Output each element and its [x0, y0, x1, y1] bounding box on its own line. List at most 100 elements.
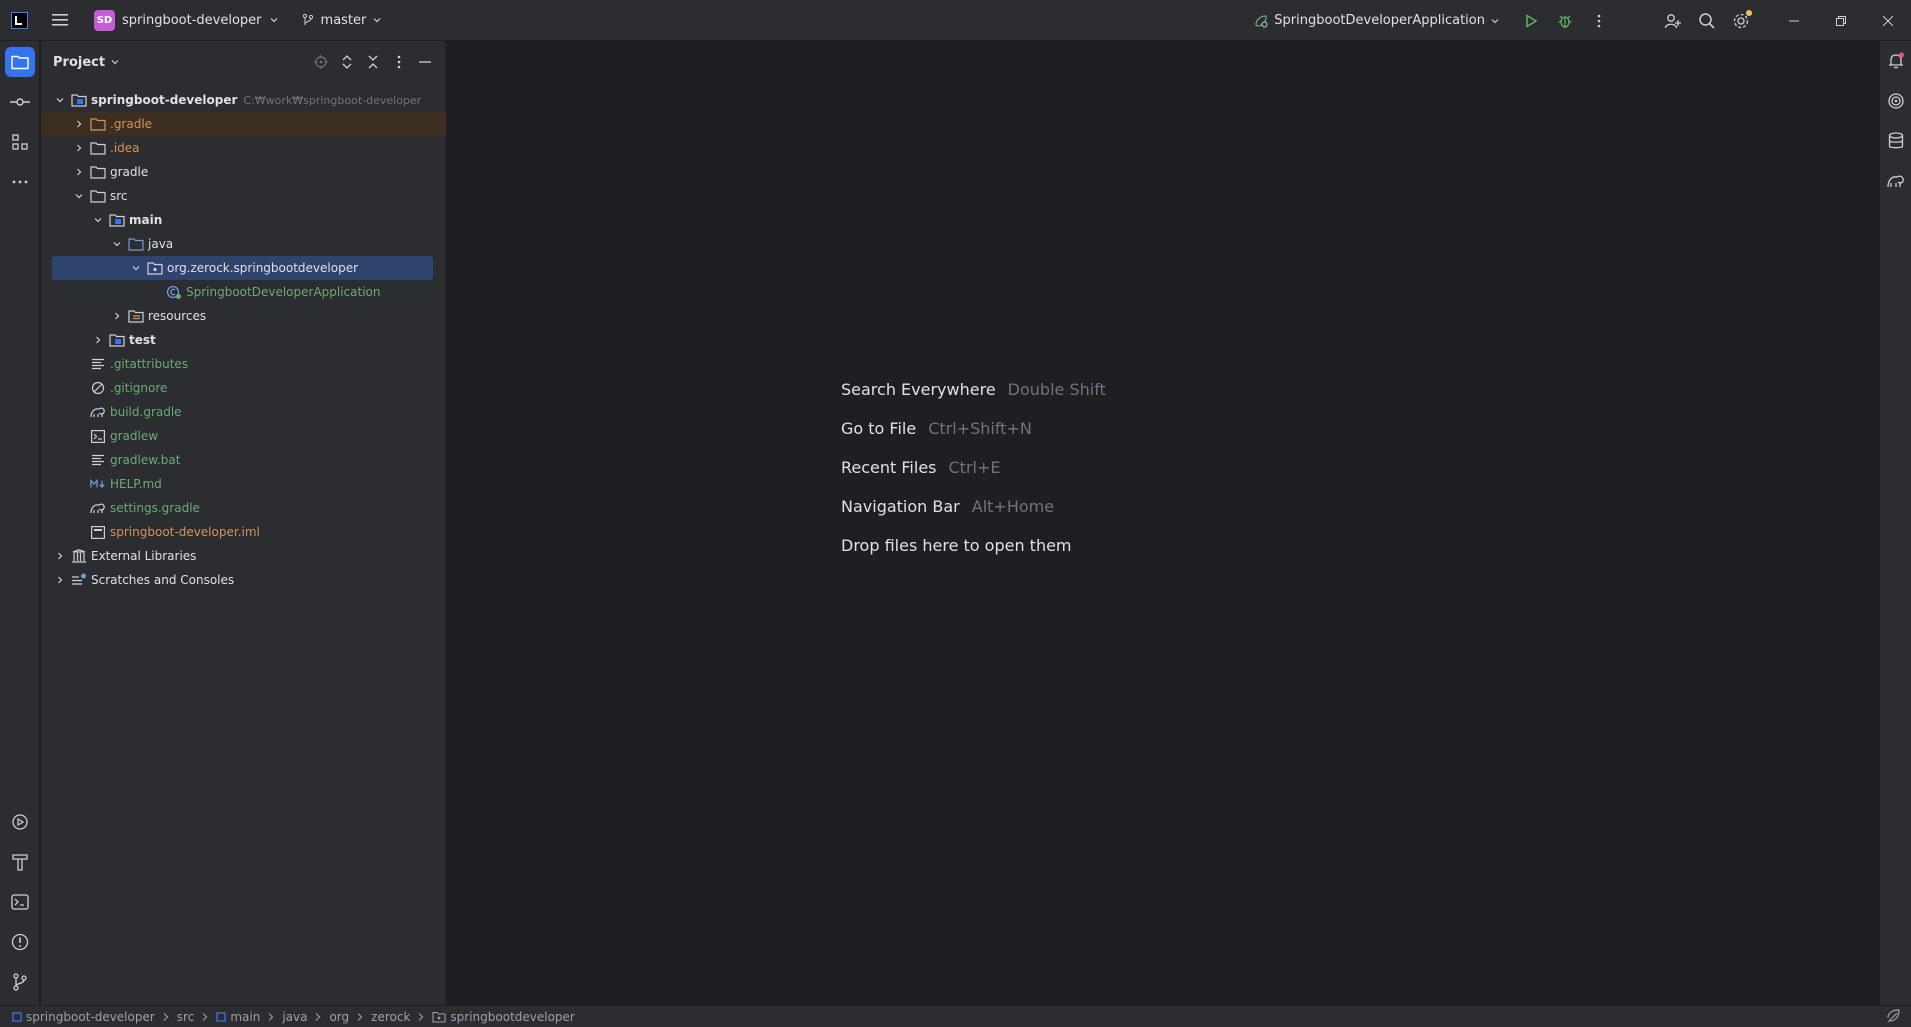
- chevron-down-icon[interactable]: [110, 57, 120, 67]
- right-tool-strip: [1879, 41, 1911, 1005]
- breadcrumb-item[interactable]: src: [177, 1010, 195, 1024]
- build-icon[interactable]: [5, 847, 35, 877]
- terminal-icon[interactable]: [5, 887, 35, 917]
- close-icon[interactable]: [1864, 0, 1911, 41]
- more-icon[interactable]: [1582, 4, 1616, 38]
- chevron-right-icon[interactable]: [109, 308, 125, 324]
- breadcrumb-item[interactable]: zerock: [371, 1010, 410, 1024]
- ignore-file-icon: [90, 380, 106, 396]
- tree-item-settings-gradle[interactable]: settings.gradle: [41, 496, 446, 520]
- tree-item-iml[interactable]: springboot-developer.iml: [41, 520, 446, 544]
- power-save-icon[interactable]: [1887, 1009, 1901, 1023]
- chevron-right-icon[interactable]: [52, 548, 68, 564]
- tree-item-label: springboot-developer: [91, 93, 238, 107]
- chevron-right-icon[interactable]: [71, 140, 87, 156]
- tree-item-label: resources: [148, 309, 207, 323]
- tree-item-gradlew[interactable]: gradlew: [41, 424, 446, 448]
- library-icon: [71, 548, 87, 564]
- hint-search-everywhere: Search Everywhere Double Shift: [841, 370, 1106, 409]
- tree-item-dot-gradle[interactable]: .gradle: [41, 112, 446, 136]
- breadcrumb-item[interactable]: springbootdeveloper: [432, 1010, 575, 1024]
- chevron-right-icon: [417, 1012, 425, 1022]
- shell-script-icon: [90, 428, 106, 444]
- settings-icon[interactable]: [1724, 4, 1758, 38]
- tree-item-gradle[interactable]: gradle: [41, 160, 446, 184]
- locate-file-icon[interactable]: [310, 51, 332, 73]
- tree-item-label: gradle: [110, 165, 149, 179]
- tree-item-gitattributes[interactable]: .gitattributes: [41, 352, 446, 376]
- collapse-all-icon[interactable]: [362, 51, 384, 73]
- structure-icon[interactable]: [5, 127, 35, 157]
- search-icon[interactable]: [1690, 4, 1724, 38]
- chevron-right-icon[interactable]: [90, 332, 106, 348]
- breadcrumb-item[interactable]: springboot-developer: [12, 1010, 155, 1024]
- branch-name: master: [320, 12, 367, 28]
- chevron-down-icon[interactable]: [128, 260, 144, 276]
- more-tools-icon[interactable]: [5, 167, 35, 197]
- hint-go-to-file: Go to File Ctrl+Shift+N: [841, 409, 1106, 448]
- chevron-down-icon[interactable]: [109, 236, 125, 252]
- restore-icon[interactable]: [1817, 0, 1864, 41]
- gradle-file-icon: [90, 500, 106, 516]
- breadcrumb-item[interactable]: java: [282, 1010, 307, 1024]
- source-folder-icon: [128, 236, 144, 252]
- chevron-right-icon[interactable]: [71, 116, 87, 132]
- tree-item-java[interactable]: java: [41, 232, 446, 256]
- tree-item-scratches[interactable]: Scratches and Consoles: [41, 568, 446, 592]
- chevron-down-icon[interactable]: [71, 188, 87, 204]
- hint-drop-files: Drop files here to open them: [841, 526, 1106, 565]
- breadcrumb-item[interactable]: org: [329, 1010, 349, 1024]
- tree-item-root[interactable]: springboot-developer C:₩work₩springboot-…: [41, 88, 446, 112]
- tree-item-external-libraries[interactable]: External Libraries: [41, 544, 446, 568]
- tree-item-test[interactable]: test: [41, 328, 446, 352]
- hamburger-menu-icon[interactable]: [50, 10, 70, 30]
- run-configuration-name: SpringbootDeveloperApplication: [1274, 13, 1485, 28]
- project-switcher[interactable]: SD springboot-developer: [88, 6, 285, 34]
- folder-icon: [90, 164, 106, 180]
- tree-item-application-class[interactable]: SpringbootDeveloperApplication: [41, 280, 446, 304]
- hint-shortcut: Ctrl+E: [948, 458, 1001, 477]
- tree-item-dot-idea[interactable]: .idea: [41, 136, 446, 160]
- breadcrumb-item[interactable]: main: [216, 1010, 260, 1024]
- database-icon[interactable]: [1883, 128, 1909, 154]
- branch-switcher[interactable]: master: [295, 6, 389, 34]
- tree-item-src[interactable]: src: [41, 184, 446, 208]
- chevron-down-icon[interactable]: [90, 212, 106, 228]
- git-branch-icon: [301, 13, 315, 27]
- tree-item-label: springboot-developer.iml: [110, 525, 260, 539]
- intellij-logo-icon[interactable]: [11, 11, 28, 29]
- project-panel-title[interactable]: Project: [53, 55, 105, 70]
- tree-item-label: src: [110, 189, 128, 203]
- tree-item-resources[interactable]: resources: [41, 304, 446, 328]
- chevron-right-icon[interactable]: [52, 572, 68, 588]
- run-configuration-selector[interactable]: SpringbootDeveloperApplication: [1247, 7, 1506, 35]
- hint-shortcut: Alt+Home: [971, 497, 1055, 516]
- gradle-icon[interactable]: [1883, 168, 1909, 194]
- project-icon[interactable]: [5, 47, 35, 77]
- git-icon[interactable]: [5, 967, 35, 997]
- expand-all-icon[interactable]: [336, 51, 358, 73]
- tree-item-main[interactable]: main: [41, 208, 446, 232]
- commit-icon[interactable]: [5, 87, 35, 117]
- add-user-icon[interactable]: [1656, 4, 1690, 38]
- tree-item-build-gradle[interactable]: build.gradle: [41, 400, 446, 424]
- notifications-icon[interactable]: [1883, 48, 1909, 74]
- options-icon[interactable]: [388, 51, 410, 73]
- tree-item-label: External Libraries: [91, 549, 197, 563]
- tree-item-package[interactable]: org.zerock.springbootdeveloper: [41, 256, 446, 280]
- debug-icon[interactable]: [1548, 4, 1582, 38]
- hide-panel-icon[interactable]: [414, 51, 436, 73]
- chevron-right-icon[interactable]: [71, 164, 87, 180]
- ai-assistant-icon[interactable]: [1883, 88, 1909, 114]
- tree-item-gradlew-bat[interactable]: gradlew.bat: [41, 448, 446, 472]
- project-panel: Project springboot-developer C:₩work₩spr…: [41, 41, 446, 1005]
- editor-empty-area[interactable]: Search Everywhere Double Shift Go to Fil…: [447, 41, 1879, 1005]
- chevron-down-icon[interactable]: [52, 92, 68, 108]
- services-icon[interactable]: [5, 807, 35, 837]
- minimize-icon[interactable]: [1770, 0, 1817, 41]
- problems-icon[interactable]: [5, 927, 35, 957]
- tree-item-gitignore[interactable]: .gitignore: [41, 376, 446, 400]
- title-bar: SD springboot-developer master Springboo…: [0, 0, 1911, 41]
- tree-item-help-md[interactable]: HELP.md: [41, 472, 446, 496]
- run-icon[interactable]: [1514, 4, 1548, 38]
